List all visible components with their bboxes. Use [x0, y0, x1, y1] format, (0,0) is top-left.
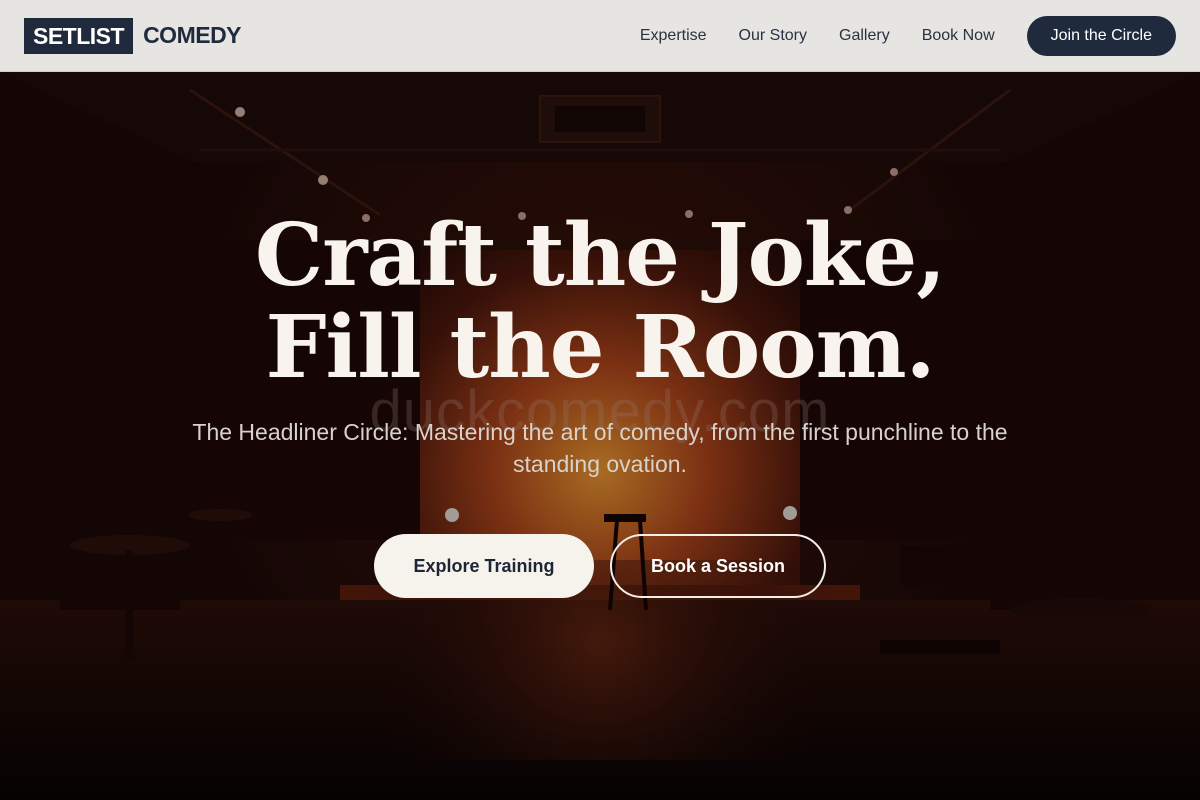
join-circle-button[interactable]: Join the Circle [1026, 15, 1176, 56]
hero-buttons: Explore Training Book a Session [0, 534, 1200, 598]
brand-logo[interactable]: SETLIST COMEDY [24, 17, 242, 54]
main-nav: Expertise Our Story Gallery Book Now Joi… [640, 15, 1176, 56]
hero-subtitle: The Headliner Circle: Mastering the art … [192, 419, 1008, 477]
site-header: SETLIST COMEDY Expertise Our Story Galle… [0, 0, 1200, 72]
logo-mark: SETLIST [24, 17, 134, 54]
explore-training-button[interactable]: Explore Training [374, 534, 594, 598]
nav-link-our-story[interactable]: Our Story [739, 27, 807, 45]
hero-content: Craft the Joke, Fill the Room. The Headl… [0, 210, 1200, 598]
book-session-button[interactable]: Book a Session [610, 534, 826, 598]
headline-line-1: Craft the Joke, [254, 205, 946, 306]
nav-link-gallery[interactable]: Gallery [839, 27, 890, 45]
nav-link-book-now[interactable]: Book Now [922, 27, 995, 45]
headline-line-2: Fill the Room. [265, 297, 935, 398]
logo-wordmark: COMEDY [143, 22, 242, 48]
nav-link-expertise[interactable]: Expertise [640, 27, 707, 45]
hero-headline: Craft the Joke, Fill the Room. [0, 210, 1200, 394]
